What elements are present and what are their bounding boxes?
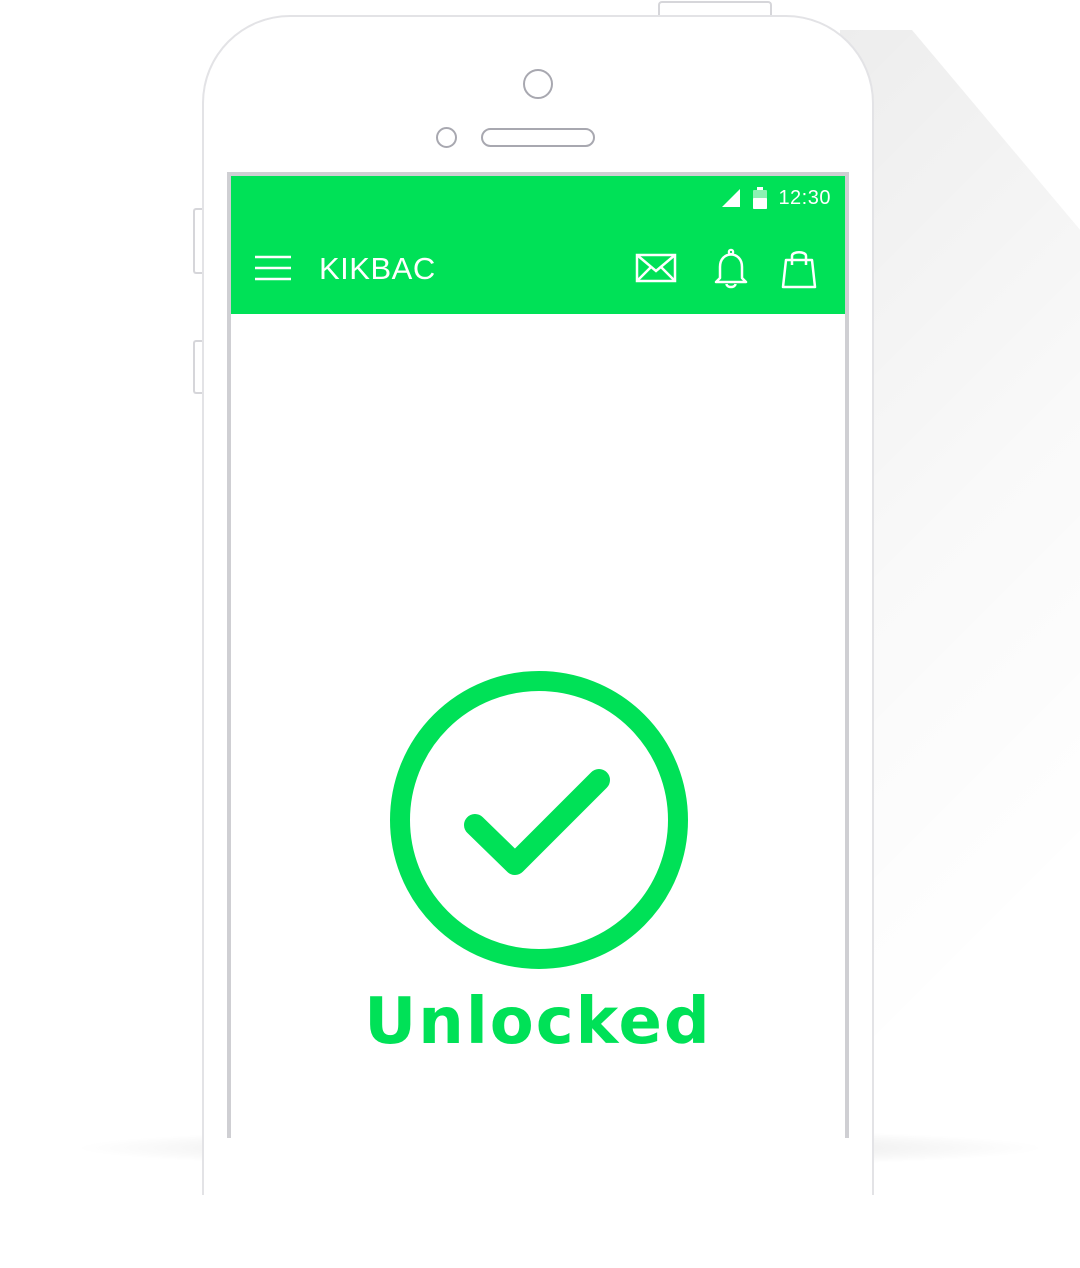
mail-icon [635, 253, 677, 283]
device-shadow [840, 30, 1080, 1140]
shopping-bag-icon [781, 251, 817, 289]
unlocked-status-text: Unlocked [364, 985, 712, 1059]
signal-icon [722, 189, 741, 207]
earpiece-speaker [481, 128, 595, 147]
toolbar: KIKBAC [231, 236, 845, 302]
front-camera [523, 69, 553, 99]
app-bar: 12:30 KIKBAC [231, 176, 845, 314]
status-time: 12:30 [778, 186, 831, 209]
phone-screen: 12:30 KIKBAC Unlocked [227, 172, 849, 1138]
proximity-sensor [436, 127, 457, 148]
bell-icon [714, 248, 748, 289]
notifications-button[interactable] [713, 248, 749, 295]
cart-button[interactable] [780, 248, 818, 295]
battery-icon [753, 187, 768, 209]
check-circle-icon [390, 671, 688, 969]
content-area: Unlocked [231, 314, 845, 1138]
menu-icon [255, 255, 291, 281]
menu-button[interactable] [255, 253, 291, 283]
status-bar: 12:30 [720, 186, 831, 210]
mail-button[interactable] [635, 248, 677, 293]
app-title: KIKBAC [319, 251, 436, 286]
